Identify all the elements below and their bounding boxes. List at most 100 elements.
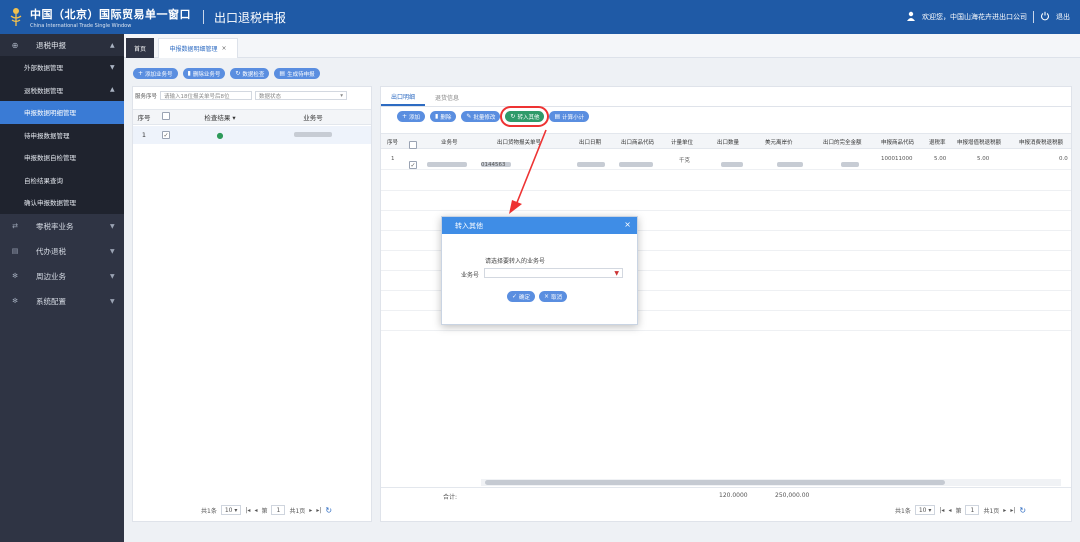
- first-page-icon[interactable]: |◂: [245, 507, 250, 514]
- row-vat-refund: 5.00: [977, 156, 990, 162]
- page-label: 第: [955, 507, 962, 515]
- col-check-result-label: 检查结果: [204, 114, 231, 122]
- close-icon[interactable]: ×: [624, 220, 631, 229]
- select-all-checkbox[interactable]: [162, 112, 170, 120]
- table-row[interactable]: 1 ✓ 0144563 千克 100011000 5.00 5.00 0.0: [381, 150, 1071, 170]
- close-icon[interactable]: ×: [221, 45, 226, 52]
- tab-home[interactable]: 首页: [126, 38, 154, 58]
- summary-fob: 250,000.00: [775, 492, 810, 499]
- table-row[interactable]: 1 ✓ ●: [133, 126, 371, 144]
- refresh-icon[interactable]: ↻: [325, 506, 332, 515]
- delete-biz-button[interactable]: ▮ 删除业务号: [182, 68, 226, 79]
- last-page-icon[interactable]: ▸|: [316, 507, 321, 514]
- sidebar-item-system-config[interactable]: ✻ 系统配置 ▼: [0, 289, 124, 314]
- summary-label: 合计:: [443, 494, 458, 501]
- next-page-icon[interactable]: ▸: [309, 507, 312, 514]
- status-select[interactable]: 数据状态 ▾: [255, 91, 348, 100]
- biz-no-redacted: [427, 162, 467, 167]
- sidebar-item-agent-refund[interactable]: ▤ 代办退税 ▼: [0, 239, 124, 264]
- right-pager: 共1条 10 ▾ |◂ ◂ 第 1 共1页 ▸ ▸| ↻: [895, 505, 1026, 515]
- user-icon: [906, 11, 916, 23]
- close-icon: ×: [544, 293, 550, 300]
- export-date-redacted: [577, 162, 605, 167]
- calc-subtotal-button[interactable]: ▤ 计算小计: [549, 111, 590, 122]
- refund-icon: ⊕: [11, 40, 19, 50]
- row-checkbox[interactable]: ✓: [409, 161, 417, 169]
- col-fob-usd: 美元离岸价: [765, 140, 793, 146]
- scrollbar-thumb[interactable]: [485, 480, 945, 485]
- tab-export-detail[interactable]: 出口明细: [381, 89, 426, 106]
- pager-total: 共1条: [895, 507, 911, 515]
- customs-no-input[interactable]: 请输入18位报关单号后8位: [160, 91, 253, 100]
- refresh-icon[interactable]: ↻: [1019, 506, 1026, 515]
- prev-page-icon[interactable]: ◂: [948, 507, 951, 514]
- summary-row: 合计: 120.0000 250,000.00: [381, 487, 1071, 501]
- page-input[interactable]: 1: [965, 505, 980, 515]
- data-check-button[interactable]: ↻ 数据检查: [230, 68, 270, 79]
- row-refund-rate: 5.00: [934, 156, 947, 162]
- sidebar-subitem-label: 确认申报数据管理: [24, 199, 76, 208]
- sidebar-item-peripheral[interactable]: ✻ 周边业务 ▼: [0, 264, 124, 289]
- power-icon[interactable]: [1040, 11, 1050, 23]
- qty-redacted: [721, 162, 743, 167]
- chevron-down-icon: ▾: [340, 92, 344, 99]
- brand-cn: 中国（北京）国际贸易单一窗口: [30, 7, 191, 21]
- biz-no-label: 业务号: [461, 272, 480, 279]
- button-label: 批量修改: [473, 114, 496, 121]
- logout-link[interactable]: 退出: [1056, 12, 1070, 22]
- tab-declare-detail[interactable]: 申报数据明细管理 ×: [158, 38, 238, 58]
- batch-modify-button[interactable]: ✎ 批量修改: [461, 111, 501, 122]
- page-size-value: 10: [224, 506, 233, 514]
- ok-button[interactable]: ✓ 确定: [507, 291, 536, 302]
- page-input[interactable]: 1: [271, 505, 286, 515]
- row-unit: 千克: [679, 158, 691, 164]
- col-export-date: 出口日期: [579, 140, 602, 146]
- biz-no-select[interactable]: ▼: [484, 268, 623, 278]
- add-button[interactable]: + 添加: [397, 111, 426, 122]
- col-vat-refund: 申报增值税退税额: [957, 140, 1002, 146]
- first-page-icon[interactable]: |◂: [939, 507, 944, 514]
- sidebar-subitem-label: 自检结果查询: [24, 176, 63, 185]
- sidebar-item-label: 零税率业务: [36, 221, 74, 231]
- welcome-text: 欢迎您，中国山海花卉进出口公司: [922, 13, 1027, 21]
- sidebar-item-label: 代办退税: [36, 246, 66, 256]
- sidebar-item-refund-declare[interactable]: ⊕ 退税申报 ▲: [0, 34, 124, 56]
- row-seq: 1: [391, 156, 395, 162]
- last-page-icon[interactable]: ▸|: [1010, 507, 1015, 514]
- button-label: 添加业务号: [145, 71, 173, 78]
- sidebar-subitem-check-results[interactable]: 自检结果查询: [0, 168, 124, 191]
- cancel-button[interactable]: × 取消: [539, 291, 568, 302]
- col-check-result[interactable]: 检查结果 ▾: [177, 112, 263, 122]
- sidebar-subitem-external-data[interactable]: 外部数据管理 ▼: [0, 56, 124, 79]
- sidebar-subitem-confirm-declare[interactable]: 确认申报数据管理: [0, 191, 124, 214]
- button-label: 添加: [409, 114, 421, 121]
- fob-redacted: [777, 162, 803, 167]
- top-header: 中国（北京）国际贸易单一窗口 China International Trade…: [0, 0, 1080, 34]
- sidebar-subitem-refund-data[interactable]: 退税数据管理 ▲: [0, 78, 124, 101]
- page-size-select[interactable]: 10 ▾: [220, 505, 242, 515]
- main-toolbar: + 添加业务号 ▮ 删除业务号 ↻ 数据检查 ▤ 生成待申报: [133, 68, 320, 79]
- amount-redacted: [841, 162, 859, 167]
- sidebar-subitem-self-check[interactable]: 申报数据自检管理: [0, 146, 124, 169]
- dialog-header: 转入其他 ×: [442, 217, 637, 234]
- sidebar-subitem-pending-declare[interactable]: 待申报数据管理: [0, 123, 124, 146]
- page-size-select[interactable]: 10 ▾: [914, 505, 936, 515]
- sidebar-subitem-declare-detail[interactable]: 申报数据明细管理: [0, 101, 124, 124]
- next-page-icon[interactable]: ▸: [1003, 507, 1006, 514]
- sort-icon: ▾: [232, 114, 236, 122]
- transfer-other-button[interactable]: ↻ 转入其他: [500, 106, 550, 127]
- row-checkbox[interactable]: ✓: [162, 131, 170, 140]
- generate-declare-button[interactable]: ▤ 生成待申报: [274, 68, 320, 79]
- header-user-area: 欢迎您，中国山海花卉进出口公司 退出: [906, 0, 1070, 34]
- sidebar-subitem-label: 退税数据管理: [24, 86, 63, 95]
- horizontal-scrollbar[interactable]: [481, 479, 1061, 486]
- select-all-checkbox[interactable]: [409, 141, 417, 149]
- prev-page-icon[interactable]: ◂: [254, 507, 257, 514]
- delete-button[interactable]: ▮ 删除: [430, 111, 457, 122]
- add-biz-button[interactable]: + 添加业务号: [133, 68, 178, 79]
- sidebar-item-zero-rate[interactable]: ⇄ 零税率业务 ▼: [0, 214, 124, 239]
- tab-return-info[interactable]: 退货信息: [425, 89, 469, 106]
- dialog-buttons: ✓ 确定 × 取消: [507, 291, 568, 302]
- detail-table-header: 序号 业务号 出口货物报关单号 出口日期 出口商品代码 计量单位 出口数量 美元…: [381, 133, 1071, 149]
- customs-logo-icon: [8, 6, 24, 28]
